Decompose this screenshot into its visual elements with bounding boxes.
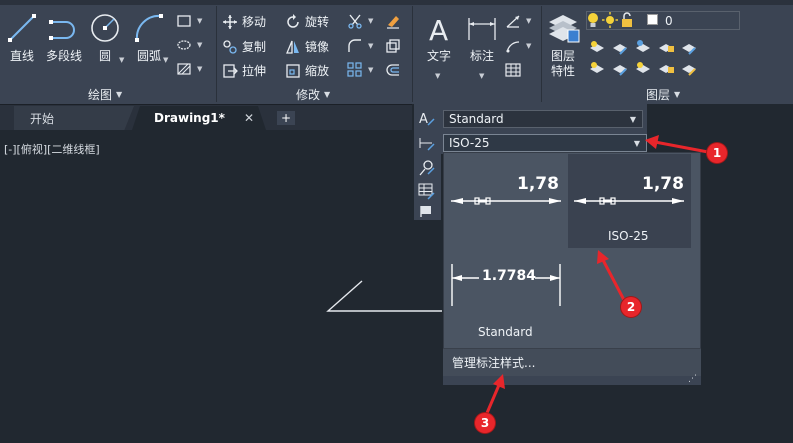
annotation-arrows <box>485 135 709 414</box>
callout-badge-3: 3 <box>475 413 495 433</box>
callout-badge-1: 1 <box>707 143 727 163</box>
callout-badge-2: 2 <box>621 297 641 317</box>
